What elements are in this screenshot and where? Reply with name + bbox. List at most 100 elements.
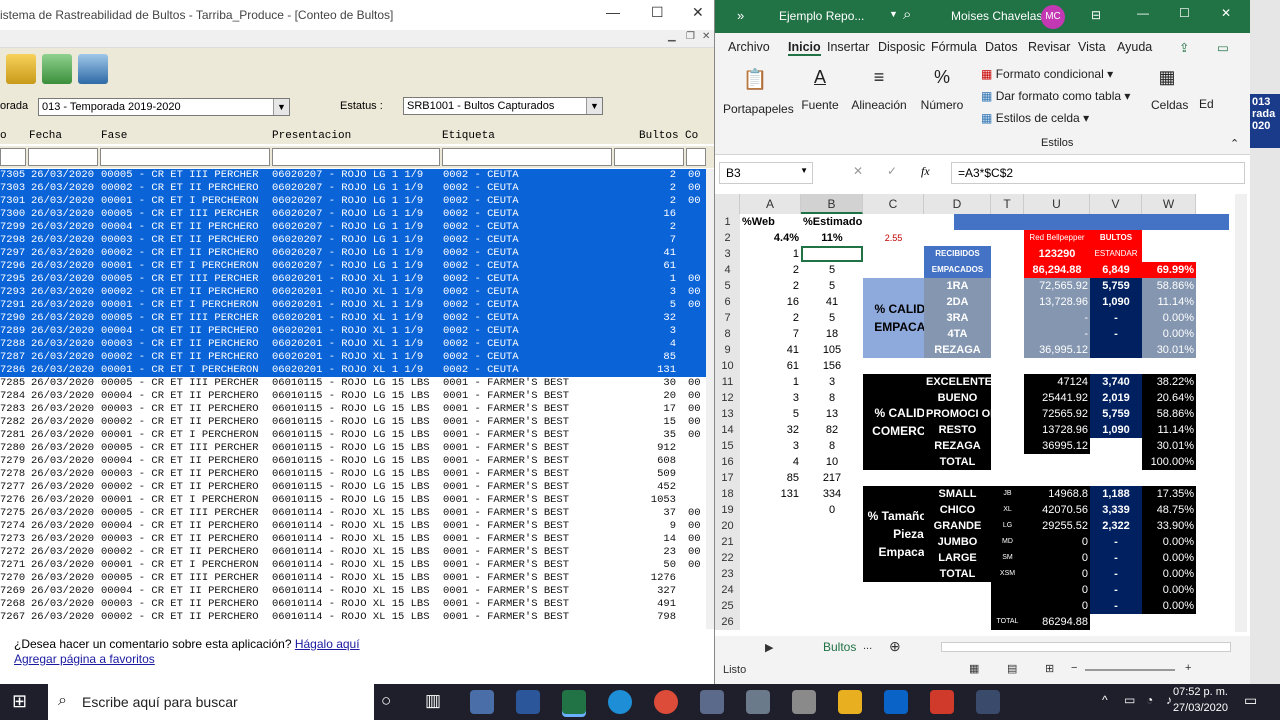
row-header[interactable]: 13	[715, 406, 740, 422]
commercial-pct[interactable]: 30.01%	[1142, 438, 1196, 454]
cell-u2[interactable]: Red Bellpepper	[1024, 230, 1090, 246]
onedrive-icon[interactable]	[700, 690, 724, 714]
commercial-pct[interactable]: 20.64%	[1142, 390, 1196, 406]
row-header[interactable]: 23	[715, 566, 740, 582]
quality-kg[interactable]: 13,728.96	[1024, 294, 1090, 310]
commercial-kg[interactable]: 25441.92	[1024, 390, 1090, 406]
size-name[interactable]: JUMBO	[924, 534, 991, 550]
more-icon[interactable]: »	[737, 8, 744, 23]
quality-pct[interactable]: 0.00%	[1142, 326, 1196, 342]
size-pct[interactable]: 17.35%	[1142, 486, 1196, 502]
cell-b12[interactable]: 8	[801, 390, 863, 406]
cell-a12[interactable]: 3	[740, 390, 801, 406]
row-header[interactable]: 18	[715, 486, 740, 502]
fuente-group[interactable]: A Fuente	[799, 67, 841, 129]
table-row[interactable]: 7283 26/03/2020 00003 - CR ET II PERCHERO 0…	[0, 403, 706, 416]
cell-a14[interactable]: 32	[740, 422, 801, 438]
size-bultos[interactable]: -	[1090, 534, 1142, 550]
table-row[interactable]: 7275 26/03/2020 00005 - CR ET III PERCHER 0…	[0, 507, 706, 520]
more-sheets-icon[interactable]: ...	[863, 640, 872, 652]
commercial-kg[interactable]: 13728.96	[1024, 422, 1090, 438]
table-row[interactable]: 7280 26/03/2020 00005 - CR ET III PERCHER 0…	[0, 442, 706, 455]
edge-icon[interactable]	[608, 690, 632, 714]
cell-b9[interactable]: 105	[801, 342, 863, 358]
table-row[interactable]: 7298 26/03/2020 00003 - CR ET II PERCHERO 0…	[0, 234, 706, 247]
collapse-ribbon-icon[interactable]: ⌃	[1230, 137, 1239, 150]
cell-v3[interactable]: ESTANDAR	[1090, 246, 1142, 262]
size-code[interactable]: TOTAL	[991, 614, 1024, 630]
commercial-pct[interactable]: 58.86%	[1142, 406, 1196, 422]
minimize-icon[interactable]: —	[606, 4, 620, 20]
name-box[interactable]: B3 ▼	[719, 162, 813, 184]
size-code[interactable]: XL	[991, 502, 1024, 518]
col-header-id[interactable]: o	[0, 130, 7, 142]
favorites-link[interactable]: Agregar página a favoritos	[14, 652, 155, 666]
size-kg[interactable]: 14968.8	[1024, 486, 1090, 502]
cell-b5[interactable]: 5	[801, 278, 863, 294]
app-icon[interactable]	[746, 690, 770, 714]
avatar[interactable]: MC	[1041, 5, 1065, 29]
col-header-etiqueta[interactable]: Etiqueta	[442, 130, 495, 142]
size-pct[interactable]: 0.00%	[1142, 534, 1196, 550]
word-icon[interactable]	[516, 690, 540, 714]
row-header[interactable]: 15	[715, 438, 740, 454]
clock-date[interactable]: 27/03/2020	[1170, 702, 1228, 714]
col-header-fase[interactable]: Fase	[101, 130, 127, 142]
cell-b8[interactable]: 18	[801, 326, 863, 342]
taskbar-search[interactable]: ⌕ Escribe aquí para buscar	[48, 684, 374, 720]
table-row[interactable]: 7287 26/03/2020 00002 - CR ET II PERCHERO 0…	[0, 351, 706, 364]
cell-a8[interactable]: 7	[740, 326, 801, 342]
size-name[interactable]: CHICO	[924, 502, 991, 518]
commercial-grade[interactable]: EXCELENTE	[924, 374, 991, 390]
cell-v4[interactable]: 6,849	[1090, 262, 1142, 278]
battery-icon[interactable]: ▭	[1124, 693, 1135, 707]
tab-formulas[interactable]: Fórmula	[931, 40, 977, 54]
col-header-fecha[interactable]: Fecha	[29, 130, 62, 142]
minimize-icon[interactable]: —	[1137, 6, 1149, 20]
size-code[interactable]	[991, 582, 1024, 598]
formato-condicional-button[interactable]: ▦ Formato condicional ▾	[981, 67, 1113, 81]
table-row[interactable]: 7285 26/03/2020 00005 - CR ET III PERCHER 0…	[0, 377, 706, 390]
size-code[interactable]: MD	[991, 534, 1024, 550]
cortana-icon[interactable]: ○	[381, 691, 391, 711]
col-header-bultos[interactable]: Bultos	[639, 130, 679, 142]
filter-presentacion-input[interactable]	[272, 148, 440, 166]
size-bultos[interactable]: 2,322	[1090, 518, 1142, 534]
column-header[interactable]: U	[1024, 194, 1090, 214]
cell-u3[interactable]: 123290	[1024, 246, 1090, 262]
size-name[interactable]: SMALL	[924, 486, 991, 502]
cell-a18[interactable]: 131	[740, 486, 801, 502]
cell-b7[interactable]: 5	[801, 310, 863, 326]
row-header[interactable]: 1	[715, 214, 740, 230]
cell-u4[interactable]: 86,294.88	[1024, 262, 1090, 278]
cell-a7[interactable]: 2	[740, 310, 801, 326]
tab-datos[interactable]: Datos	[985, 40, 1018, 54]
chevron-down-icon[interactable]: ▼	[800, 166, 808, 175]
spreadsheet-grid[interactable]: A B C D T U V W 1 2 3 4 5 6 7 8 9 10 11 12 13 14 15 16 17 18 19 20 2…	[715, 194, 1251, 636]
cell-a9[interactable]: 41	[740, 342, 801, 358]
size-name[interactable]: LARGE	[924, 550, 991, 566]
temporada-select[interactable]: 013 - Temporada 2019-2020 ▼	[38, 98, 290, 116]
windows-start-icon[interactable]: ⊞	[12, 691, 27, 712]
cell-b1[interactable]: %Estimado	[801, 214, 863, 230]
zoom-slider[interactable]	[1085, 669, 1175, 671]
portapapeles-group[interactable]: 📋 Portapapeles	[723, 67, 794, 129]
row-header[interactable]: 20	[715, 518, 740, 534]
quality-grade[interactable]: REZAGA	[924, 342, 991, 358]
size-bultos[interactable]: -	[1090, 582, 1142, 598]
cell-a16[interactable]: 4	[740, 454, 801, 470]
quality-kg[interactable]: -	[1024, 310, 1090, 326]
task-view-icon[interactable]: ▥	[425, 691, 441, 711]
tab-revisar[interactable]: Revisar	[1028, 40, 1070, 54]
size-code[interactable]: SM	[991, 550, 1024, 566]
cell-d4[interactable]: EMPACADOS	[924, 262, 991, 278]
close-icon[interactable]: ✕	[692, 4, 704, 21]
row-header[interactable]: 14	[715, 422, 740, 438]
quality-pct[interactable]: 58.86%	[1142, 278, 1196, 294]
outlook-icon[interactable]	[884, 690, 908, 714]
selected-cell-b3[interactable]	[801, 246, 863, 262]
size-code[interactable]: LG	[991, 518, 1024, 534]
size-kg[interactable]: 0	[1024, 566, 1090, 582]
cell-a17[interactable]: 85	[740, 470, 801, 486]
enter-icon[interactable]: ✓	[887, 164, 897, 178]
